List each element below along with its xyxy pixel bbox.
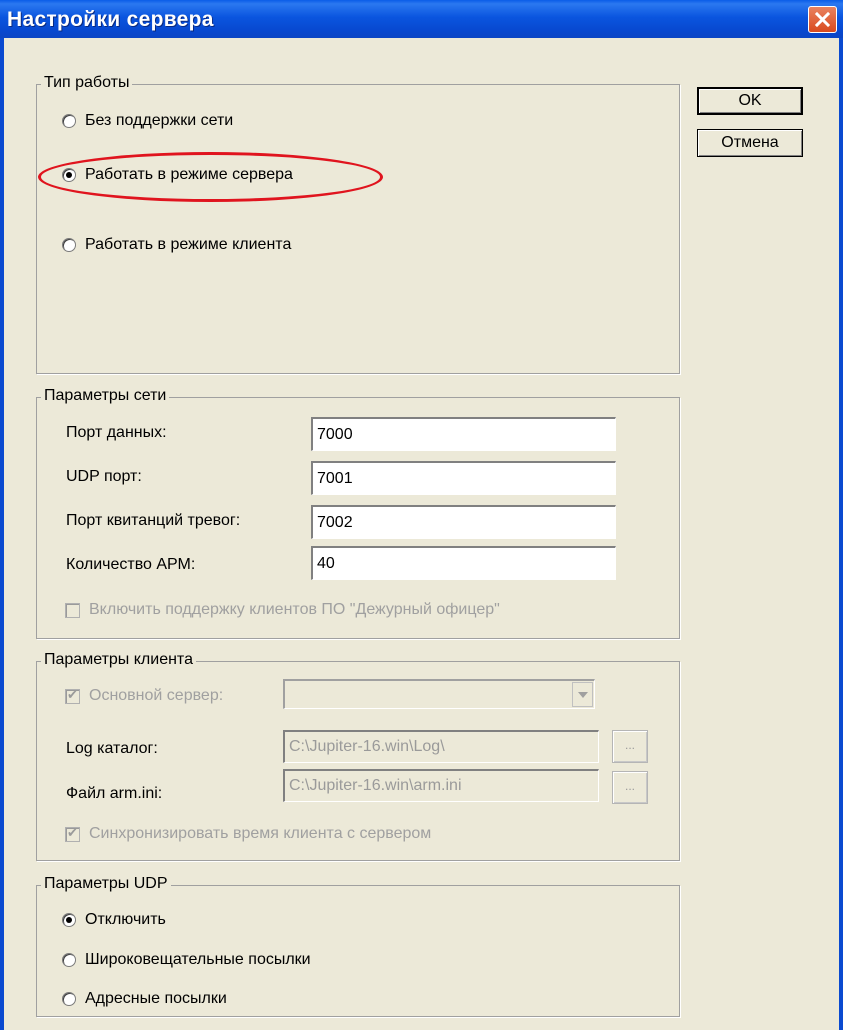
alarm-receipt-port-input[interactable] [311,505,616,539]
network-params-legend: Параметры сети [41,387,170,405]
checkbox-icon [65,602,80,618]
radio-client-mode[interactable]: Работать в режиме клиента [62,236,291,254]
close-icon [815,12,830,27]
data-port-input[interactable] [311,417,616,451]
radio-udp-unicast[interactable]: Адресные посылки [62,990,227,1008]
cancel-button[interactable]: Отмена [697,129,803,157]
radio-label: Широковещательные посылки [85,951,311,968]
duty-officer-checkbox[interactable]: Включить поддержку клиентов ПО "Дежурный… [65,601,500,619]
window-title: Настройки сервера [7,8,214,31]
arm-ini-input[interactable] [283,769,599,802]
close-button[interactable] [808,6,837,33]
title-bar: Настройки сервера [0,0,843,38]
radio-label: Отключить [85,911,166,928]
checkbox-icon [65,687,80,704]
arm-count-label: Количество АРМ: [66,556,196,573]
work-type-legend: Тип работы [41,74,133,92]
arm-count-input[interactable] [311,546,616,580]
data-port-label: Порт данных: [66,424,167,441]
sync-time-label: Синхронизировать время клиента с серверо… [89,825,432,842]
window-border-left [0,38,4,1030]
radio-label: Работать в режиме клиента [85,236,292,253]
radio-label: Без поддержки сети [85,112,234,129]
radio-udp-disable[interactable]: Отключить [62,911,166,929]
radio-no-network[interactable]: Без поддержки сети [62,112,233,130]
alarm-receipt-port-label: Порт квитанций тревог: [66,512,241,529]
checkbox-icon [65,825,80,842]
udp-port-label: UDP порт: [66,468,142,485]
radio-server-mode[interactable]: Работать в режиме сервера [62,166,293,184]
arm-ini-browse-button[interactable]: ... [612,771,648,804]
radio-button-icon [62,168,76,182]
chevron-down-icon [578,692,588,698]
log-dir-input[interactable] [283,730,599,763]
radio-button-icon [62,992,76,1006]
radio-button-icon [62,953,76,967]
radio-button-icon [62,913,76,927]
duty-officer-label: Включить поддержку клиентов ПО "Дежурный… [89,601,500,618]
radio-button-icon [62,238,76,252]
main-server-combo[interactable] [283,679,595,709]
main-server-label: Основной сервер: [89,687,224,704]
window-border-right [839,38,843,1030]
main-server-checkbox[interactable]: Основной сервер: [65,687,223,705]
client-params-legend: Параметры клиента [41,651,196,669]
ok-button[interactable]: OK [697,87,803,115]
radio-udp-broadcast[interactable]: Широковещательные посылки [62,951,311,969]
udp-port-input[interactable] [311,461,616,495]
udp-params-legend: Параметры UDP [41,875,171,893]
arm-ini-label: Файл arm.ini: [66,785,163,802]
log-dir-browse-button[interactable]: ... [612,730,648,763]
combo-dropdown-button[interactable] [572,682,593,707]
radio-button-icon [62,114,76,128]
sync-time-checkbox[interactable]: Синхронизировать время клиента с серверо… [65,825,431,843]
log-dir-label: Log каталог: [66,740,158,757]
radio-label: Работать в режиме сервера [85,166,293,183]
radio-label: Адресные посылки [85,990,227,1007]
